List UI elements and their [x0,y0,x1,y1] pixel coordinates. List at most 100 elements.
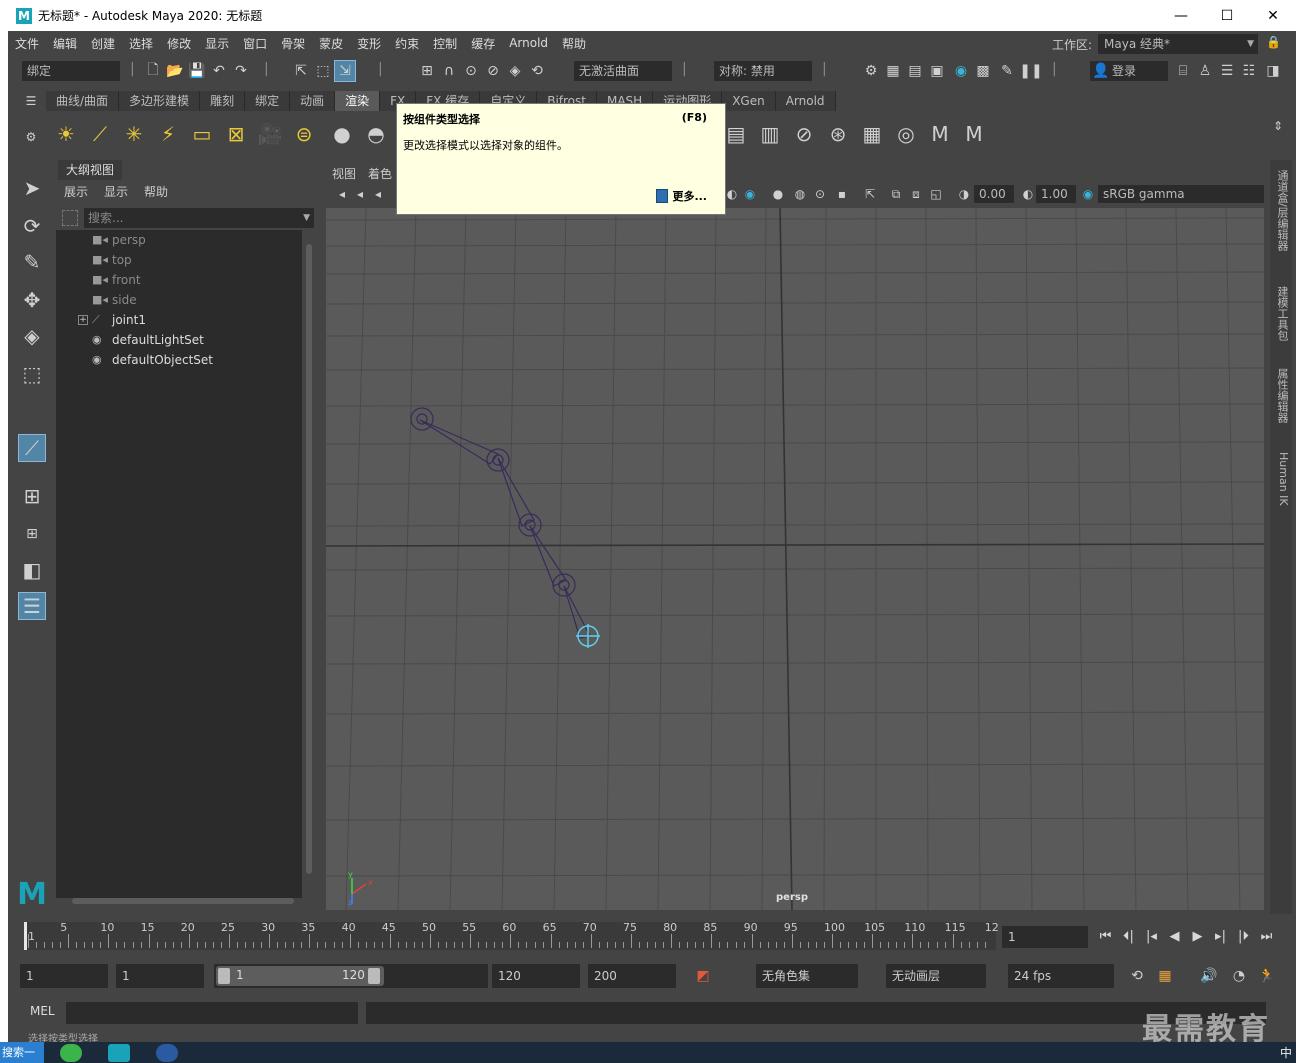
menu-arnold[interactable]: Arnold [502,36,555,50]
scale-tool-icon[interactable]: ⬚ [18,360,46,388]
anti-alias-icon[interactable]: ⊙ [812,184,828,204]
animation-end-field[interactable]: 200 [588,964,676,988]
menu-skin[interactable]: 蒙皮 [312,35,350,52]
select-object-icon[interactable]: ⬚ [312,60,334,82]
paint-select-icon[interactable]: ✎ [18,248,46,276]
tab-xgen[interactable]: XGen [722,91,776,111]
two-pane-icon[interactable]: ◧ [18,556,46,584]
resolution-gate-icon[interactable]: ◱ [928,184,944,204]
menu-constrain[interactable]: 约束 [388,35,426,52]
range-start-knob[interactable] [218,968,230,984]
lighting-icon[interactable]: ◐ [724,184,740,204]
render-frame-icon[interactable]: ▦ [882,60,904,82]
snap-curve-icon[interactable]: ∩ [438,60,460,82]
list-item[interactable]: ■◂ top [56,250,302,270]
ambient-light-icon[interactable]: ☀ [52,120,80,148]
maya-m2-icon[interactable]: M [960,120,988,148]
snap-pivot-icon[interactable]: ⟲ [526,60,548,82]
exposure-field[interactable]: 0.00 [974,185,1014,203]
snap-view-icon[interactable]: ⊘ [482,60,504,82]
select-hierarchy-icon[interactable]: ⇱ [290,60,312,82]
menu-deform[interactable]: 变形 [350,35,388,52]
new-scene-icon[interactable]: 🗋 [142,60,164,82]
arnold-render-icon[interactable]: ✎ [996,60,1018,82]
camera-lock-icon[interactable]: ◂ [352,184,368,204]
pause-icon[interactable]: ❚❚ [1019,60,1042,82]
tab-poly-modeling[interactable]: 多边形建模 [119,91,201,111]
snap-grid-icon[interactable]: ⊞ [416,60,438,82]
tooltip-more-link[interactable]: 更多... [656,188,707,204]
move-tool-icon[interactable]: ✥ [18,286,46,314]
list-item[interactable]: ■◂ persp [56,230,302,250]
exposure-icon[interactable]: ◑ [956,184,972,204]
expand-icon[interactable]: + [78,315,88,325]
close-button[interactable]: ✕ [1250,0,1296,31]
loop-icon[interactable]: ⟲ [1126,965,1148,987]
tab-modeling-toolkit[interactable]: 建模工具包 [1272,286,1290,341]
live-surface-field[interactable]: 无激活曲面 [574,61,672,81]
snap-surface-icon[interactable]: ◈ [504,60,526,82]
tab-rendering[interactable]: 渲染 [335,91,381,111]
xray-joints-icon[interactable]: ⧉ [888,184,904,204]
viewport-menu-shading[interactable]: 着色 [362,164,398,184]
taskbar-search-button[interactable]: 搜索一下 [0,1042,44,1063]
3d-viewport[interactable]: persp x y z [326,208,1264,910]
open-scene-icon[interactable]: 📂 [164,60,186,82]
list-item[interactable]: ◉ defaultLightSet [56,330,302,350]
tab-animation[interactable]: 动画 [290,91,336,111]
current-time-indicator[interactable] [24,922,27,950]
render-layer-icon[interactable]: ▥ [756,120,784,148]
sound-icon[interactable]: 🔊 [1198,965,1220,987]
gamma-field[interactable]: 1.00 [1036,185,1076,203]
outliner-tab[interactable]: 大纲视图 [58,160,123,180]
render-sequence-icon[interactable]: ▩ [972,60,994,82]
color-space-select[interactable]: sRGB gamma [1098,185,1264,203]
lasso-tool-icon[interactable]: ⟳ [18,212,46,240]
playback-end-field[interactable]: 120 [492,964,580,988]
step-back-key-button[interactable]: ⏴| [1117,926,1140,948]
mel-label[interactable]: MEL [30,1004,55,1018]
shelf-menu-icon[interactable]: ☰ [22,91,40,111]
step-forward-key-button[interactable]: |⏵ [1232,926,1255,948]
attribute-editor-icon[interactable]: ☰ [1216,60,1238,82]
tab-human-ik[interactable]: Human IK [1272,452,1290,506]
tab-sculpting[interactable]: 雕刻 [200,91,246,111]
tray-ime-indicator[interactable]: 中 [1280,1044,1292,1061]
menu-create[interactable]: 创建 [84,35,122,52]
ipr-render-icon[interactable]: ▤ [904,60,926,82]
filter-icon[interactable] [62,210,78,226]
joint-tool-icon[interactable]: ⟋ [18,434,46,462]
menu-select[interactable]: 选择 [122,35,160,52]
workspace-select[interactable]: Maya 经典* [1098,34,1259,54]
point-light-icon[interactable]: ✳ [120,120,148,148]
undo-icon[interactable]: ↶ [208,60,230,82]
menu-control[interactable]: 控制 [426,35,464,52]
symmetry-field[interactable]: 对称: 禁用 [714,61,812,81]
xray-components-icon[interactable]: ⧈ [908,184,924,204]
app-taskbar-icon[interactable] [156,1044,178,1062]
shelf-settings-icon[interactable]: ⚙ [22,127,40,147]
menu-edit[interactable]: 编辑 [46,35,84,52]
four-pane-icon[interactable]: ⊞ [18,520,46,548]
maya-m-icon[interactable]: M [926,120,954,148]
outliner-menu-show[interactable]: 展示 [56,182,96,202]
shadows-icon[interactable]: ◉ [742,184,758,204]
camera-aim-icon[interactable]: ⊜ [290,120,318,148]
arnold-light-icon[interactable]: ◎ [892,120,920,148]
list-item[interactable]: ■◂ front [56,270,302,290]
outliner-menu-display[interactable]: 显示 [96,182,136,202]
menu-windows[interactable]: 窗口 [236,35,274,52]
single-pane-icon[interactable]: ⊞ [18,482,46,510]
tool-settings-icon[interactable]: ☷ [1238,60,1260,82]
step-back-frame-button[interactable]: |◂ [1140,926,1163,948]
command-input[interactable] [66,1002,358,1024]
gamma-icon[interactable]: ◐ [1020,184,1036,204]
go-to-start-button[interactable]: ⏮ [1094,926,1117,948]
ambient-occlusion-icon[interactable]: ● [770,184,786,204]
list-item[interactable]: ◉ defaultObjectSet [56,350,302,370]
menu-cache[interactable]: 缓存 [464,35,502,52]
fps-select[interactable]: 24 fps [1008,964,1114,988]
camera-attr-icon[interactable]: ◂ [334,184,350,204]
save-scene-icon[interactable]: 💾 [186,60,208,82]
tab-arnold[interactable]: Arnold [775,91,836,111]
